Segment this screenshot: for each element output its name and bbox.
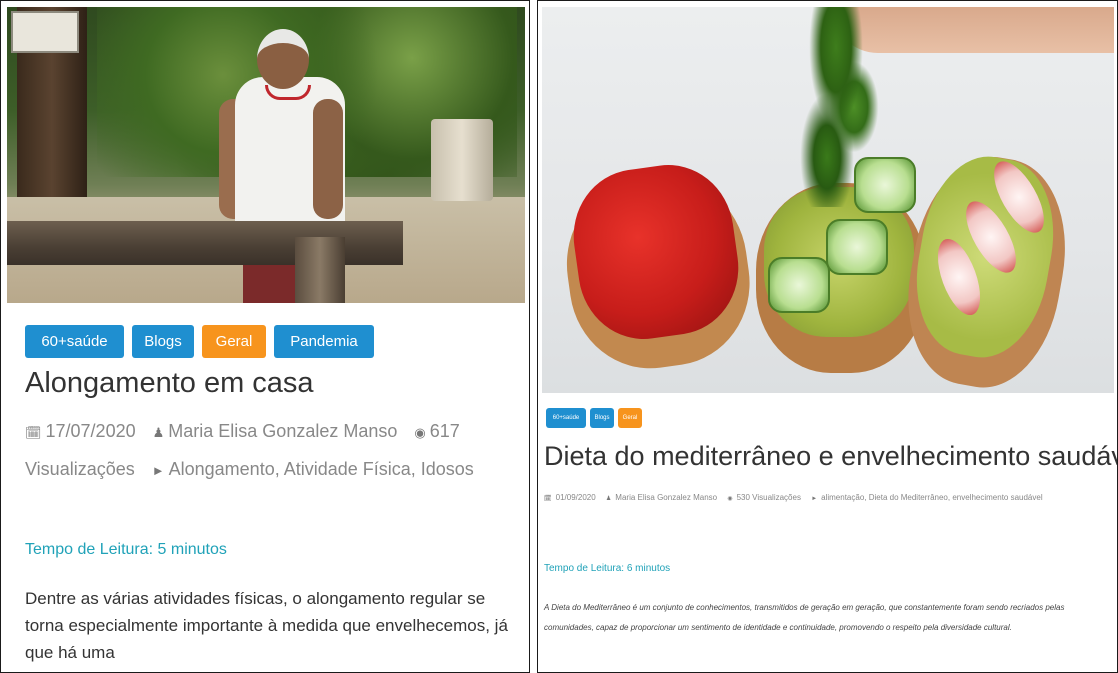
- post-date: 17/07/2020: [45, 421, 136, 441]
- photo-head: [257, 29, 309, 89]
- post-title[interactable]: Alongamento em casa: [25, 367, 314, 400]
- tag-icon: ►: [811, 496, 818, 502]
- post-card-dieta-mediterraneo[interactable]: 60+saúde Blogs Geral Dieta do mediterrân…: [537, 0, 1118, 673]
- user-icon: ♟: [605, 496, 612, 502]
- eye-icon: ◉: [727, 496, 733, 502]
- tag-pandemia[interactable]: Pandemia: [274, 325, 374, 358]
- tag-60-saude[interactable]: 60+saúde: [546, 408, 586, 428]
- post-card-alongamento[interactable]: 60+saúde Blogs Geral Pandemia Alongament…: [0, 0, 530, 673]
- post-date: 01/09/2020: [555, 493, 596, 502]
- reading-time: Tempo de Leitura: 6 minutos: [544, 563, 671, 574]
- photo-arm: [313, 99, 343, 219]
- tag-geral[interactable]: Geral: [618, 408, 642, 428]
- post-author[interactable]: Maria Elisa Gonzalez Manso: [615, 493, 717, 502]
- photo-sign: [11, 11, 79, 53]
- post-image-elderly-stretching[interactable]: [7, 7, 525, 303]
- eye-icon: ◉: [414, 425, 426, 440]
- calendar-icon: 🗓: [25, 425, 42, 440]
- post-image-avocado-toasts[interactable]: [542, 7, 1114, 393]
- photo-cucumber-slice: [826, 219, 888, 275]
- tag-geral[interactable]: Geral: [202, 325, 266, 358]
- user-icon: ♟: [152, 425, 165, 440]
- post-views: 530 Visualizações: [736, 493, 801, 502]
- reading-time: Tempo de Leitura: 5 minutos: [25, 541, 227, 558]
- post-excerpt: Dentre as várias atividades físicas, o a…: [25, 589, 508, 662]
- post-title[interactable]: Dieta do mediterrâneo e envelhecimento s…: [544, 441, 1117, 472]
- photo-stump: [431, 119, 493, 201]
- post-meta: 🗓 17/07/2020 ♟ Maria Elisa Gonzalez Manso …: [25, 413, 515, 489]
- photo-herb-sprig: [800, 7, 890, 207]
- post-keywords[interactable]: Alongamento, Atividade Física, Idosos: [169, 459, 474, 479]
- tag-60-saude[interactable]: 60+saúde: [25, 325, 124, 358]
- post-author[interactable]: Maria Elisa Gonzalez Manso: [168, 421, 397, 441]
- post-meta: 🗓 01/09/2020 ♟ Maria Elisa Gonzalez Manso …: [544, 488, 1114, 509]
- tag-blogs[interactable]: Blogs: [590, 408, 614, 428]
- photo-cucumber-slice: [768, 257, 830, 313]
- post-excerpt: A Dieta do Mediterrâneo é um conjunto de…: [544, 603, 1065, 632]
- post-keywords[interactable]: alimentação, Dieta do Mediterrâneo, enve…: [821, 493, 1042, 502]
- tag-icon: ►: [151, 463, 165, 478]
- calendar-icon: 🗓: [544, 496, 552, 502]
- photo-bench-post: [295, 237, 345, 303]
- tag-blogs[interactable]: Blogs: [132, 325, 194, 358]
